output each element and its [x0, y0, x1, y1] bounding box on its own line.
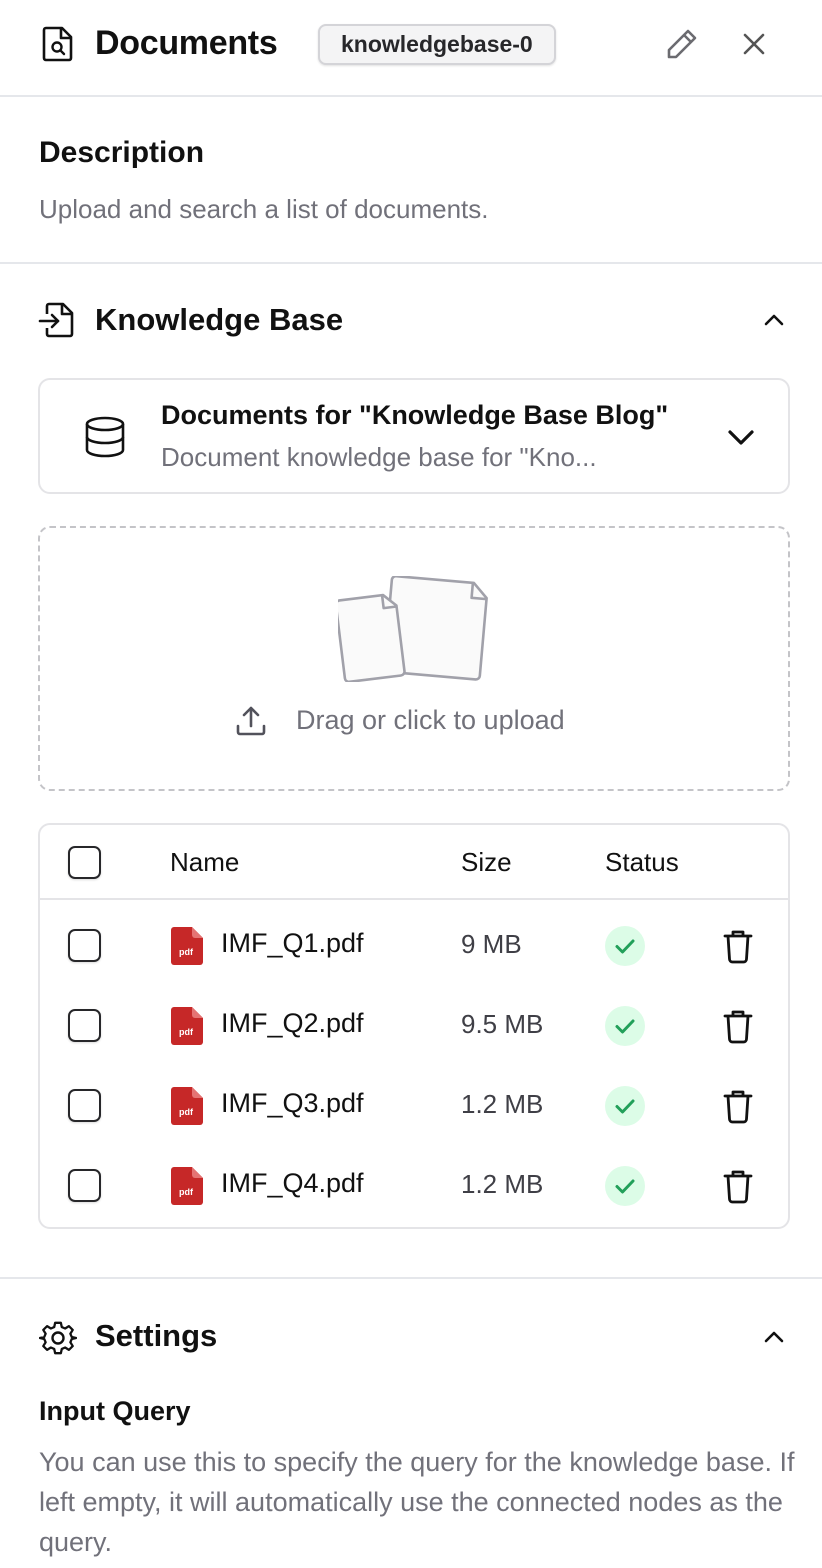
upload-label: Drag or click to upload	[296, 705, 565, 735]
file-name: IMF_Q3.pdf	[221, 1088, 364, 1118]
table-row: pdf IMF_Q1.pdf 9 MB	[40, 903, 788, 983]
table-header: Name Size Status	[40, 825, 788, 900]
close-icon[interactable]	[736, 26, 772, 62]
file-import-icon	[38, 302, 74, 338]
column-header-name: Name	[170, 847, 240, 877]
trash-icon[interactable]	[721, 928, 755, 964]
input-query-help: You can use this to specify the query fo…	[39, 1447, 795, 1557]
selected-knowledge-base-subtitle: Document knowledge base for "Kno...	[161, 442, 597, 472]
trash-icon[interactable]	[721, 1088, 755, 1124]
row-checkbox[interactable]	[68, 1169, 101, 1202]
pdf-file-icon: pdf	[171, 927, 203, 965]
pdf-icon-label: pdf	[179, 1187, 194, 1197]
file-name: IMF_Q2.pdf	[221, 1008, 364, 1038]
column-header-size: Size	[461, 847, 512, 877]
table-row: pdf IMF_Q4.pdf 1.2 MB	[40, 1143, 788, 1223]
pdf-file-icon: pdf	[171, 1167, 203, 1205]
document-search-icon	[42, 26, 73, 62]
file-size: 9.5 MB	[461, 1009, 544, 1039]
selected-knowledge-base-title: Documents for "Knowledge Base Blog"	[161, 400, 669, 430]
documents-table: Name Size Status pdf IMF_Q1.pdf 9 MB pdf IMF…	[38, 823, 790, 1229]
trash-icon[interactable]	[721, 1168, 755, 1204]
upload-icon	[236, 706, 266, 736]
panel-title: Documents	[95, 24, 278, 62]
description-section: Description Upload and search a list of …	[0, 97, 822, 264]
knowledge-base-select[interactable]: Documents for "Knowledge Base Blog" Docu…	[38, 378, 790, 494]
file-size: 1.2 MB	[461, 1089, 544, 1119]
row-checkbox[interactable]	[68, 1089, 101, 1122]
pdf-file-icon: pdf	[171, 1087, 203, 1125]
trash-icon[interactable]	[721, 1008, 755, 1044]
pdf-icon-label: pdf	[179, 1027, 194, 1037]
check-icon	[615, 1179, 635, 1194]
check-icon	[615, 939, 635, 954]
pdf-icon-label: pdf	[179, 1107, 194, 1117]
files-illustration-icon	[338, 576, 488, 682]
row-checkbox[interactable]	[68, 929, 101, 962]
check-icon	[615, 1019, 635, 1034]
upload-dropzone[interactable]: Drag or click to upload	[38, 526, 790, 791]
pdf-icon-label: pdf	[179, 947, 194, 957]
file-name: IMF_Q4.pdf	[221, 1168, 364, 1198]
row-checkbox[interactable]	[68, 1009, 101, 1042]
description-text: Upload and search a list of documents.	[39, 194, 489, 224]
select-all-checkbox[interactable]	[68, 846, 101, 879]
table-row: pdf IMF_Q2.pdf 9.5 MB	[40, 983, 788, 1063]
database-icon	[85, 416, 125, 458]
settings-section: Settings Input Query You can use this to…	[0, 1277, 822, 1568]
status-done-badge	[605, 926, 645, 966]
status-done-badge	[605, 1086, 645, 1126]
node-id-badge: knowledgebase-0	[318, 24, 556, 65]
chevron-up-icon[interactable]	[758, 306, 790, 334]
status-done-badge	[605, 1006, 645, 1046]
table-row: pdf IMF_Q3.pdf 1.2 MB	[40, 1063, 788, 1143]
settings-heading: Settings	[95, 1318, 218, 1353]
column-header-status: Status	[605, 847, 679, 877]
pencil-icon[interactable]	[662, 24, 702, 64]
description-heading: Description	[39, 136, 205, 169]
panel-header: Documents knowledgebase-0	[0, 0, 822, 97]
status-done-badge	[605, 1166, 645, 1206]
chevron-down-icon[interactable]	[724, 420, 758, 454]
chevron-up-icon[interactable]	[758, 1323, 790, 1351]
knowledge-base-heading: Knowledge Base	[95, 302, 344, 337]
file-size: 1.2 MB	[461, 1169, 544, 1199]
file-size: 9 MB	[461, 929, 522, 959]
file-name: IMF_Q1.pdf	[221, 928, 364, 958]
gear-icon	[39, 1321, 77, 1355]
input-query-label: Input Query	[39, 1396, 191, 1426]
pdf-file-icon: pdf	[171, 1007, 203, 1045]
check-icon	[615, 1099, 635, 1114]
